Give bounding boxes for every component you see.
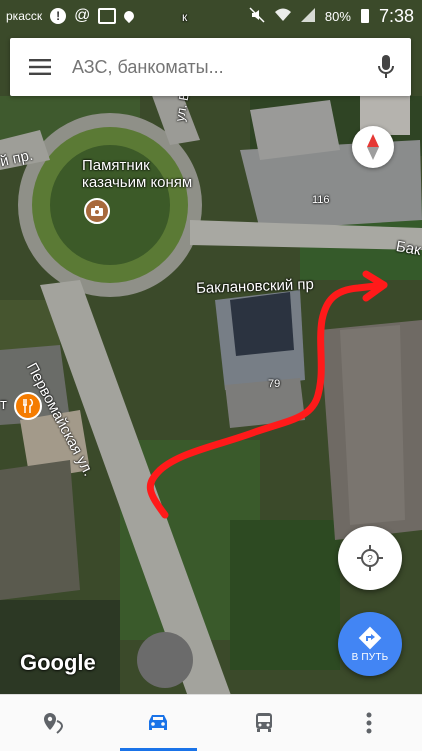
location-icon (122, 9, 136, 23)
menu-button[interactable] (10, 38, 70, 96)
more-vertical-icon (366, 712, 372, 734)
tab-transit[interactable] (211, 695, 317, 751)
status-right: 80% 7:38 (249, 0, 414, 32)
tab-more[interactable] (317, 695, 422, 751)
camera-poi-icon[interactable] (84, 198, 110, 224)
svg-text:?: ? (367, 554, 373, 565)
bus-icon (253, 712, 275, 734)
location-target-icon: ? (357, 545, 383, 571)
compass-button[interactable] (352, 126, 394, 168)
battery-percent: 80% (325, 9, 351, 24)
mute-icon (249, 7, 265, 26)
at-sign-icon: @ (74, 7, 90, 25)
explore-pin-icon (42, 712, 64, 734)
hamburger-menu-icon (29, 59, 51, 75)
monument-label-line2: казачьим коням (82, 174, 192, 191)
directions-icon (358, 626, 382, 650)
map-label-monument: Памятник казачьим коням (82, 157, 192, 191)
alert-icon: ! (50, 8, 66, 24)
my-location-button[interactable]: ? (338, 526, 402, 590)
bottom-navigation (0, 694, 422, 751)
clock: 7:38 (379, 6, 414, 27)
search-bar[interactable] (10, 38, 411, 96)
search-input[interactable] (70, 56, 361, 79)
battery-icon (361, 9, 369, 23)
directions-label: В ПУТЬ (352, 652, 389, 663)
compass-icon (366, 134, 380, 160)
map-label-house-79: 79 (268, 378, 280, 390)
tab-explore[interactable] (0, 695, 106, 751)
map-label-house-116: 116 (312, 194, 330, 206)
signal-icon (301, 8, 315, 25)
voice-search-button[interactable] (361, 38, 411, 96)
wifi-icon (275, 8, 291, 25)
microphone-icon (378, 55, 394, 79)
map-label-restaurant-letter: т (0, 396, 7, 413)
google-logo: Google (20, 650, 96, 676)
status-bar: ркасск ! @ 80% 7:38 (0, 0, 422, 32)
message-icon (98, 8, 116, 24)
status-left-text: ркасск (6, 9, 42, 23)
tab-driving[interactable] (106, 695, 212, 751)
monument-label-line1: Памятник (82, 157, 192, 174)
car-icon (145, 712, 171, 734)
status-left: ркасск ! @ (0, 0, 134, 32)
directions-button[interactable]: В ПУТЬ (338, 612, 402, 676)
